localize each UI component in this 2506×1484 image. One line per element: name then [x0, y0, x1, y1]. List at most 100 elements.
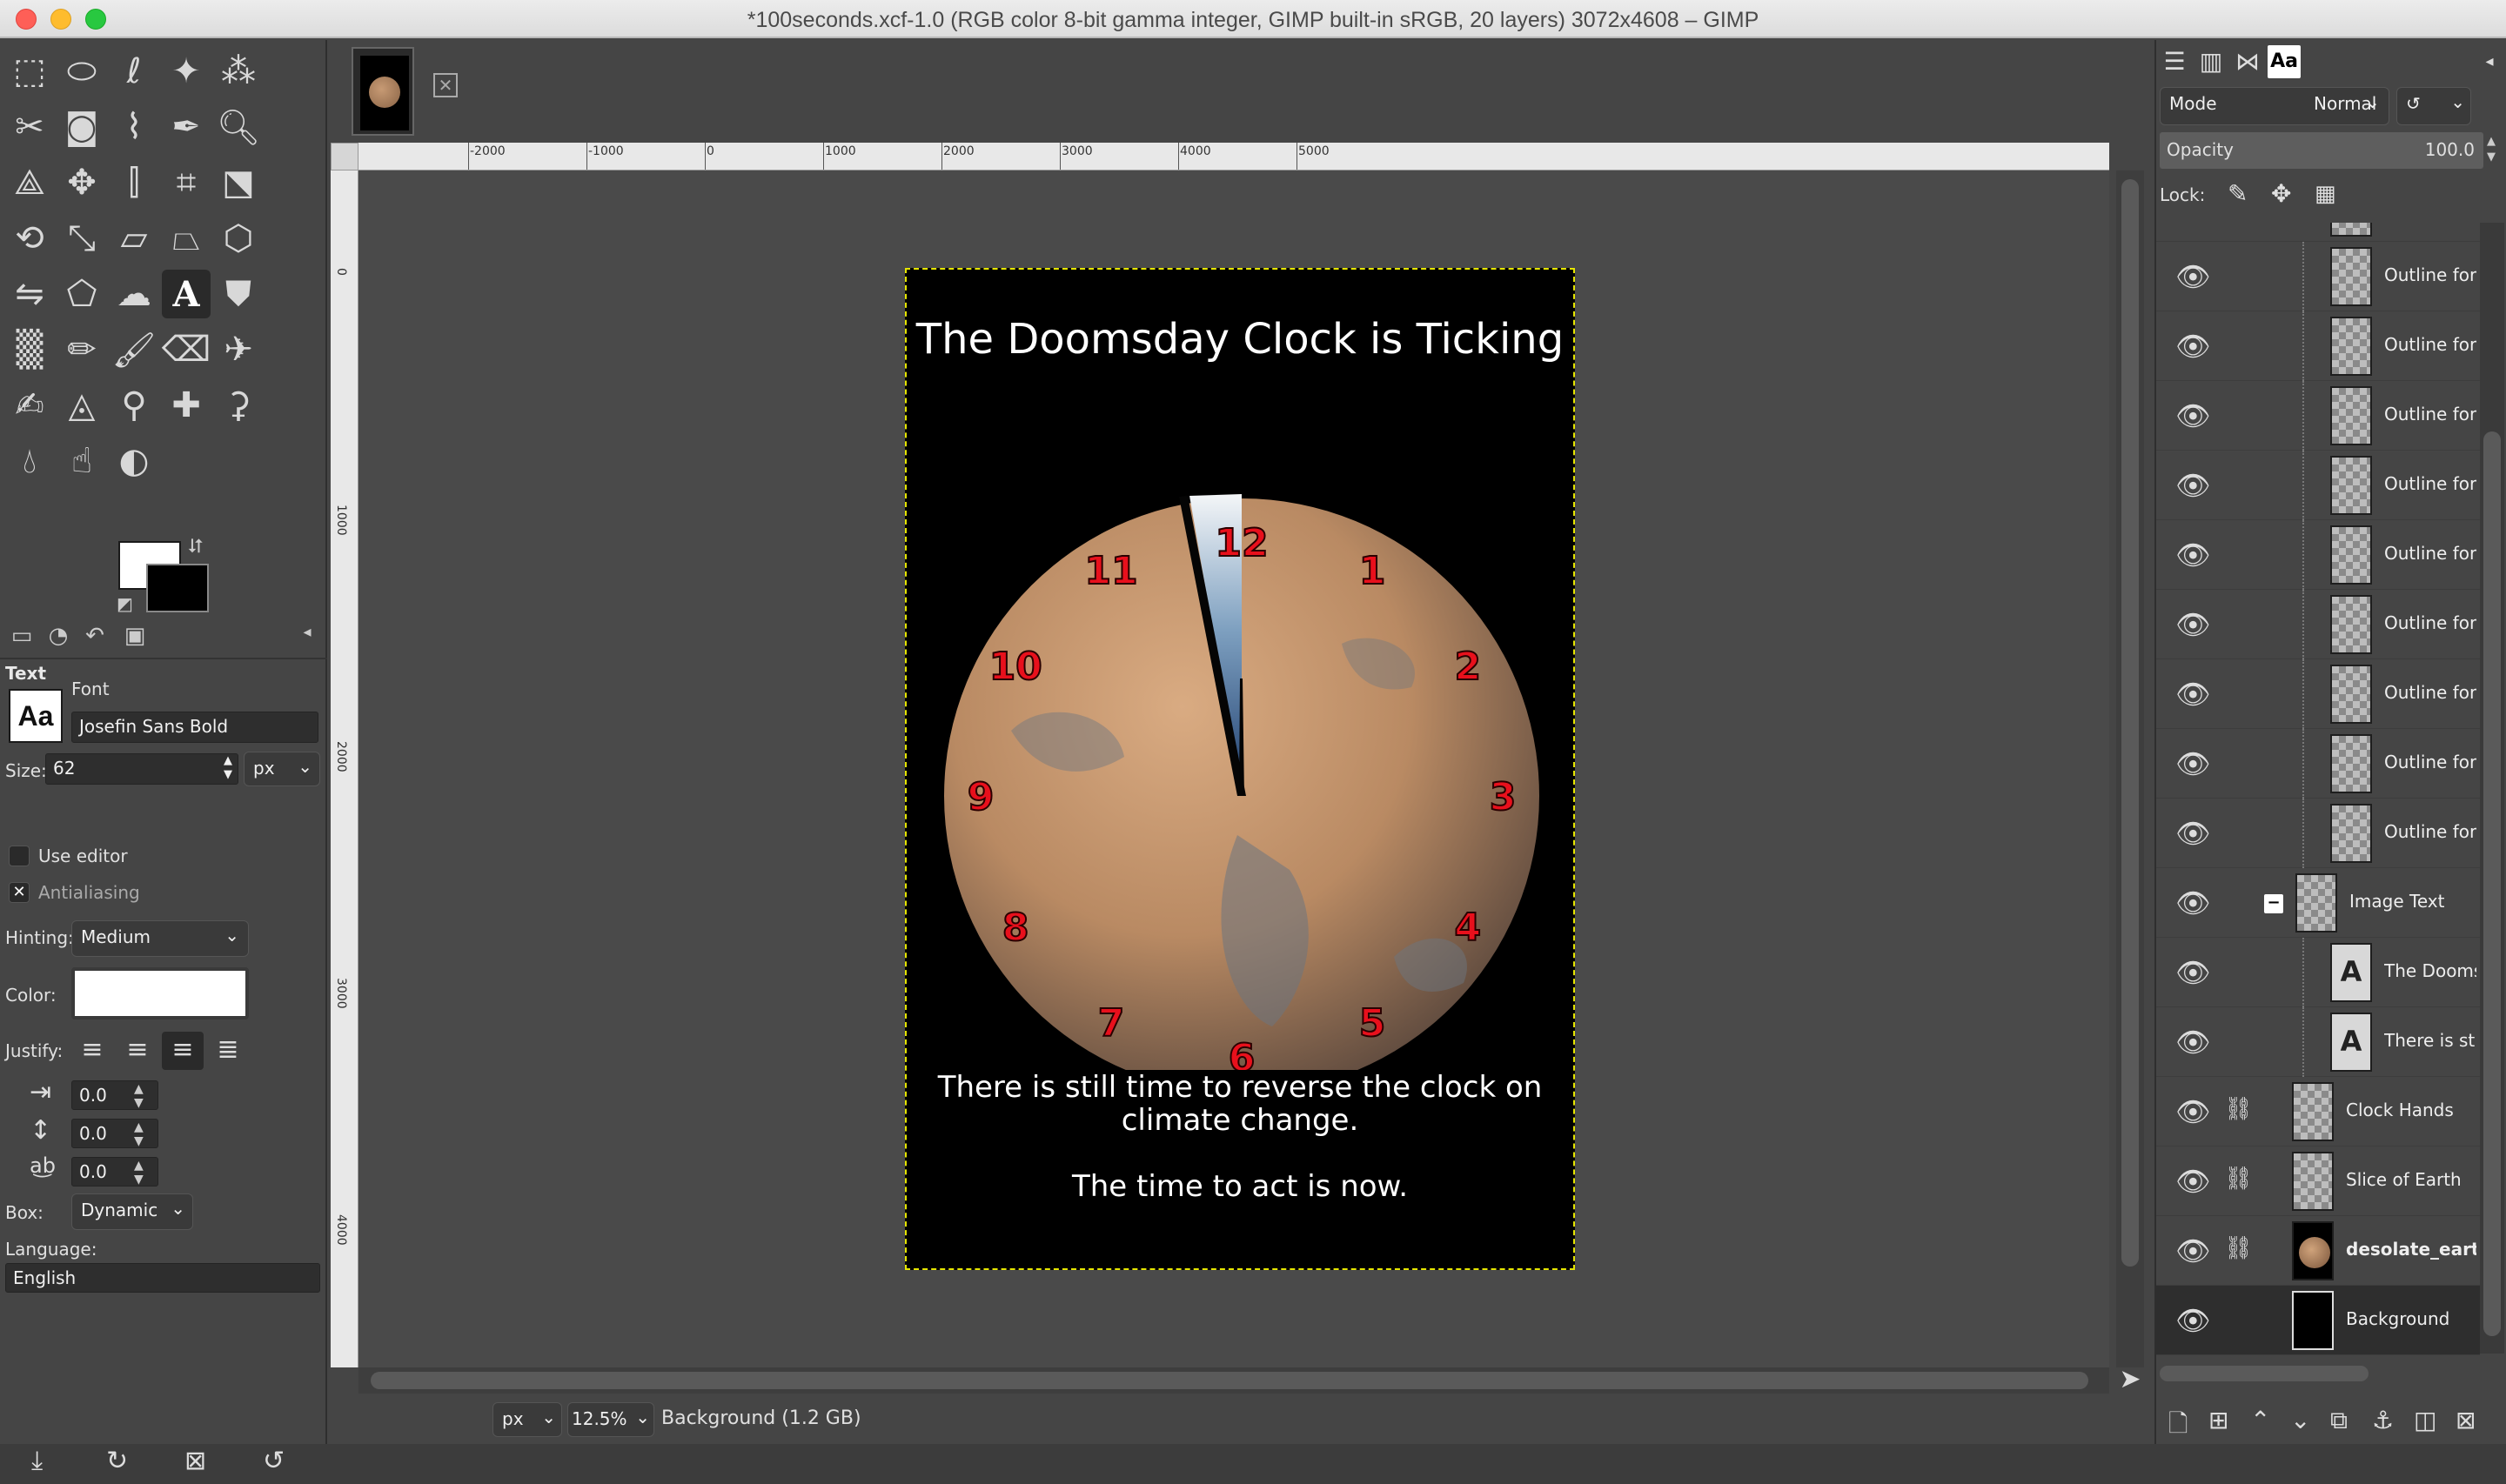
size-field[interactable]: 62 ▲ ▼ — [45, 753, 238, 785]
layer-name[interactable]: Image Text — [2349, 891, 2476, 912]
pencil-icon[interactable]: ✏ — [57, 325, 106, 374]
heal-icon[interactable]: ✚ — [162, 381, 211, 430]
visibility-eye-icon[interactable]: 👁︎ — [2175, 748, 2214, 779]
font-preview-icon[interactable]: Aa — [9, 689, 63, 743]
airbrush-icon[interactable]: ✈ — [214, 325, 263, 374]
layers-vertical-scrollbar[interactable] — [2480, 223, 2504, 1354]
color-picker-icon[interactable]: ✒ — [162, 103, 211, 151]
navigate-icon[interactable]: ➤ — [2116, 1364, 2144, 1394]
visibility-eye-icon[interactable]: 👁︎ — [2175, 678, 2214, 710]
justify-fill-icon[interactable]: ≣ — [207, 1032, 249, 1070]
new-layer-icon[interactable]: 🗋 — [2168, 1406, 2188, 1447]
layer-name[interactable]: Outline for 7 — [2384, 404, 2476, 424]
zoom-icon[interactable]: 🔍︎ — [214, 103, 263, 151]
scale-icon[interactable]: ⤡ — [57, 214, 106, 263]
zoom-dropdown[interactable]: 12.5% ⌄ — [567, 1402, 654, 1437]
layer-name[interactable]: There is still t — [2384, 1030, 2476, 1051]
collapse-group-icon[interactable]: − — [2264, 894, 2283, 913]
layer-row[interactable]: 👁︎ Outline for 7 — [2156, 381, 2480, 451]
text-icon[interactable]: A — [162, 270, 211, 318]
align-icon[interactable]: ⫿ — [110, 158, 158, 207]
layer-row[interactable]: 👁︎ Background — [2156, 1286, 2480, 1355]
lasso-icon[interactable]: ℓ — [110, 47, 158, 96]
anchor-layer-icon[interactable]: ⚓ — [2372, 1406, 2394, 1434]
fonts-tab-icon[interactable]: Aa — [2268, 45, 2301, 78]
visibility-eye-icon[interactable]: 👁︎ — [2175, 1096, 2214, 1127]
layer-name[interactable]: Outline for 6 — [2384, 473, 2476, 494]
layer-name[interactable]: desolate_earth. — [2346, 1239, 2476, 1260]
image-tab-thumbnail[interactable] — [352, 47, 414, 136]
clone-icon[interactable]: ⚲ — [110, 381, 158, 430]
layer-name[interactable]: Outline for 4 — [2384, 612, 2476, 633]
new-layer-group-icon[interactable]: ⊞ — [2208, 1406, 2228, 1434]
raise-layer-icon[interactable]: ⌃ — [2250, 1406, 2270, 1434]
antialiasing-checkbox[interactable]: ✕ — [9, 882, 30, 903]
visibility-eye-icon[interactable]: 👁︎ — [2175, 887, 2214, 919]
justify-center-icon[interactable]: ≡ — [162, 1032, 204, 1070]
layers-horizontal-scrollbar[interactable] — [2156, 1360, 2480, 1387]
undo-history-tab-icon[interactable]: ↶ — [78, 623, 111, 654]
layer-row[interactable]: 👁︎ Outline for 9 — [2156, 242, 2480, 311]
configure-dock-icon[interactable]: ◂ — [2473, 45, 2506, 78]
layer-name[interactable]: Outline for 9 — [2384, 264, 2476, 285]
indent-field[interactable]: 0.0 — [71, 1080, 158, 1110]
lock-pixels-icon[interactable]: ✎ — [2228, 179, 2248, 208]
layer-row[interactable]: 👁︎ − Image Text — [2156, 868, 2480, 938]
unit-dropdown[interactable]: px ⌄ — [492, 1402, 562, 1437]
layer-name[interactable]: Background — [2346, 1308, 2476, 1329]
visibility-eye-icon[interactable]: 👁︎ — [2175, 470, 2214, 501]
crop-icon[interactable]: ⌗ — [162, 158, 211, 207]
canvas-horizontal-scrollbar-thumb[interactable] — [371, 1372, 2088, 1389]
visibility-eye-icon[interactable]: 👁︎ — [2175, 261, 2214, 292]
rotate-icon[interactable]: ⟲ — [5, 214, 54, 263]
composite-mode-dropdown[interactable]: ↺ ⌄ — [2396, 87, 2471, 125]
layer-row[interactable]: 👁︎ Outline for 2 — [2156, 729, 2480, 799]
text-color-button[interactable] — [71, 967, 249, 1019]
layer-row[interactable]: 👁︎ Outline for 3 — [2156, 659, 2480, 729]
canvas-vertical-scrollbar[interactable] — [2116, 170, 2144, 1367]
layer-name[interactable]: Slice of Earth — [2346, 1169, 2476, 1190]
channels-tab-icon[interactable]: ▥ — [2194, 45, 2228, 78]
chain-link-icon[interactable]: ⛓ — [2224, 1096, 2253, 1122]
layer-row-partial[interactable] — [2156, 223, 2480, 242]
layer-row[interactable]: 👁︎ ⛓ desolate_earth. — [2156, 1216, 2480, 1286]
justify-right-icon[interactable]: ≡ — [117, 1032, 158, 1070]
visibility-eye-icon[interactable]: 👁︎ — [2175, 1305, 2214, 1336]
size-stepper-icon[interactable]: ▲ ▼ — [224, 754, 232, 782]
layer-name[interactable]: Outline for 1 — [2384, 821, 2476, 842]
visibility-eye-icon[interactable]: 👁︎ — [2175, 1026, 2214, 1058]
3d-transform-icon[interactable]: ⬡ — [214, 214, 263, 263]
canvas-vertical-scrollbar-thumb[interactable] — [2121, 179, 2139, 1267]
fuzzy-select-icon[interactable]: ✦ — [162, 47, 211, 96]
gradient-icon[interactable]: ▒ — [5, 325, 54, 374]
layers-horizontal-scrollbar-thumb[interactable] — [2160, 1366, 2369, 1381]
cage-icon[interactable]: ⬠ — [57, 270, 106, 318]
opacity-stepper-icon[interactable]: ▲ ▼ — [2487, 134, 2496, 165]
layer-row[interactable]: 👁︎ ⛓ Clock Hands — [2156, 1077, 2480, 1146]
save-options-icon[interactable]: ⤓ — [31, 1446, 43, 1476]
perspective-icon[interactable]: ⏢ — [162, 214, 211, 263]
smudge-icon[interactable]: ☝ — [57, 437, 106, 485]
visibility-eye-icon[interactable]: 👁︎ — [2175, 1166, 2214, 1197]
layer-row[interactable]: 👁︎ Outline for 8 — [2156, 311, 2480, 381]
language-field[interactable]: English — [5, 1263, 320, 1293]
lower-layer-icon[interactable]: ⌄ — [2290, 1406, 2310, 1434]
lock-alpha-icon[interactable]: ▦ — [2315, 181, 2336, 207]
visibility-eye-icon[interactable]: 👁︎ — [2175, 609, 2214, 640]
justify-left-icon[interactable]: ≡ — [71, 1032, 113, 1070]
unified-transform-icon[interactable]: ⬔ — [214, 158, 263, 207]
layer-row[interactable]: 👁︎ A The Doomsd — [2156, 938, 2480, 1007]
layer-name[interactable]: The Doomsd — [2384, 960, 2476, 981]
tool-options-tab-icon[interactable]: ▭ — [5, 623, 38, 654]
box-dropdown[interactable]: Dynamic ⌄ — [71, 1193, 193, 1230]
visibility-eye-icon[interactable]: 👁︎ — [2175, 957, 2214, 988]
layer-row[interactable]: 👁︎ Outline for 5 — [2156, 520, 2480, 590]
layer-row[interactable]: 👁︎ Outline for 1 — [2156, 799, 2480, 868]
visibility-eye-icon[interactable]: 👁︎ — [2175, 331, 2214, 362]
line-spacing-field[interactable]: 0.0 — [71, 1119, 158, 1148]
move-icon[interactable]: ✥ — [57, 158, 106, 207]
layer-name[interactable]: Outline for 3 — [2384, 682, 2476, 703]
indent-stepper-icon[interactable]: ▲ ▼ — [134, 1082, 144, 1110]
configure-tab-icon[interactable]: ◂ — [291, 623, 324, 654]
perspective-clone-icon[interactable]: ⚳ — [214, 381, 263, 430]
